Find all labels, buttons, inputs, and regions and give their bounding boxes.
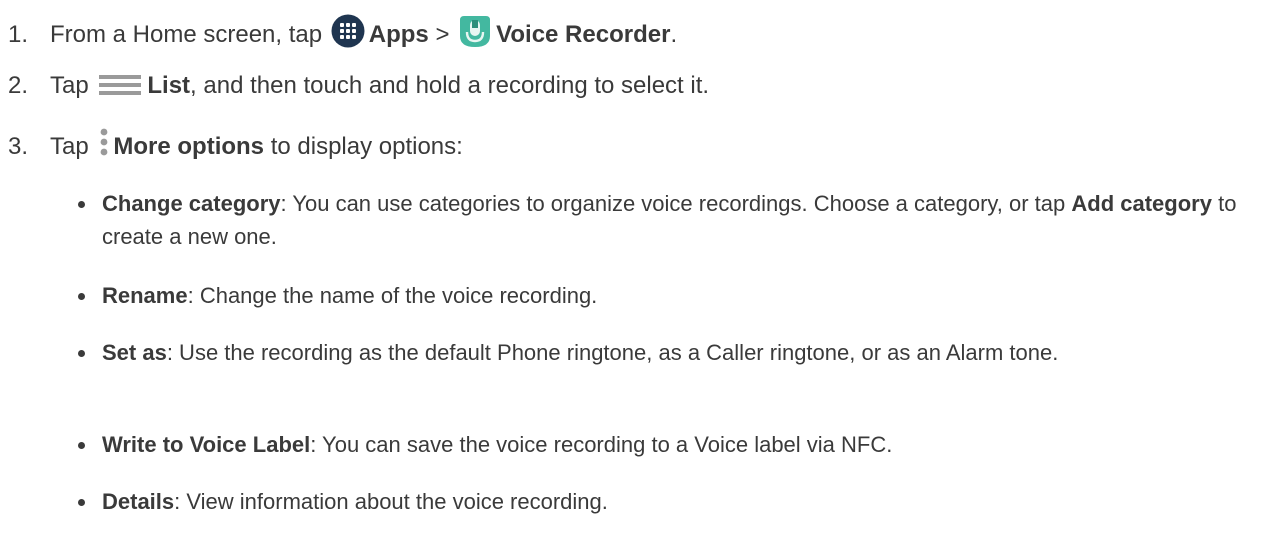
option-term: Change category [102,191,281,216]
step-number: 2. [8,72,29,99]
step-3: 3. Tap More options to display options: [8,128,463,166]
option-write-to-voice-label: Write to Voice Label: You can save the v… [78,428,1248,461]
bullet-dot [78,442,85,449]
voice-recorder-icon [458,14,492,56]
bullet-dot [78,499,85,506]
option-text: Change category: You can use categories … [102,187,1248,253]
step-number: 1. [8,21,29,48]
more-options-label: More options [113,133,265,160]
option-term: Set as [102,340,167,365]
option-term: Details [102,489,175,514]
option-text: Details: View information about the voic… [102,485,1248,518]
bullet-dot [78,201,85,208]
bullet-dot [78,293,85,300]
option-text: Write to Voice Label: You can save the v… [102,428,1248,461]
separator: > [435,21,450,48]
step-number: 3. [8,133,29,160]
list-menu-icon [97,73,143,105]
option-desc: : You can save the voice recording to a … [310,432,893,457]
step-text: Tap [50,72,89,99]
step-text: From a Home screen, tap [50,21,323,48]
apps-grid-icon [331,14,365,56]
option-desc: : Change the name of the voice recording… [187,283,598,308]
list-label: List [147,72,191,99]
option-details: Details: View information about the voic… [78,485,1248,518]
apps-label: Apps [368,21,429,48]
step-suffix: , and then touch and hold a recording to… [190,72,710,99]
option-rename: Rename: Change the name of the voice rec… [78,279,1248,312]
option-term: Write to Voice Label [102,432,311,457]
option-set-as: Set as: Use the recording as the default… [78,336,1248,369]
option-desc: : Use the recording as the default Phone… [166,340,1059,365]
option-term: Rename [102,283,188,308]
option-text: Rename: Change the name of the voice rec… [102,279,1248,312]
option-desc: : View information about the voice recor… [174,489,608,514]
more-options-icon [99,128,109,166]
step-2: 2. Tap List, and then touch and hold a re… [8,71,709,105]
option-desc: : You can use categories to organize voi… [280,191,1066,216]
step-text: Tap [50,133,89,160]
option-term-2: Add category [1071,191,1212,216]
step-suffix: . [670,21,678,48]
step-suffix: to display options: [270,133,463,160]
step-1: 1.From a Home screen, tap Apps > Voice [8,14,677,56]
bullet-dot [78,350,85,357]
voice-recorder-label: Voice Recorder [496,21,671,48]
option-change-category: Change category: You can use categories … [78,187,1248,253]
option-text: Set as: Use the recording as the default… [102,336,1248,369]
